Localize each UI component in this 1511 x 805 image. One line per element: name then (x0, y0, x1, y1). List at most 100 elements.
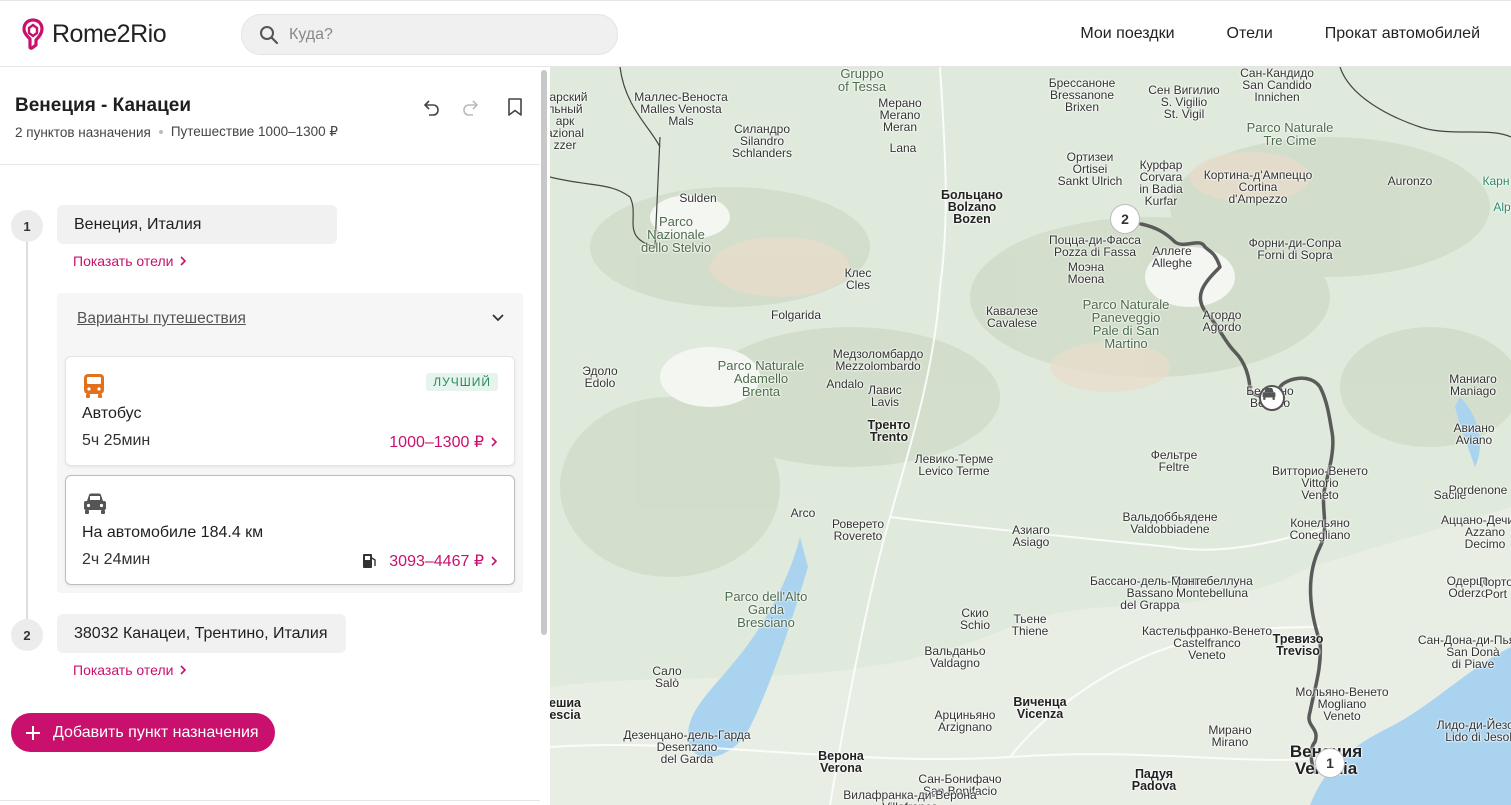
map-place-label: Скио Schio (959, 606, 991, 632)
map-place-label: Тренто Trento (867, 418, 911, 444)
route-map[interactable]: Gruppo of Tessa Маллес-Веноста Malles Ven… (550, 67, 1511, 805)
map-place-label: Alp (1493, 200, 1511, 214)
map-place-label: Лидо-ди-Йезоло Lido di Jesolo (1436, 718, 1511, 744)
map-place-label: Роверето Rovereto (831, 517, 885, 543)
show-hotels-label: Показать отели (73, 253, 174, 269)
map-place-label: Форни-ди-Сопра Forni di Sopra (1248, 236, 1342, 262)
map-place-label: Мерано Merano Meran (878, 96, 922, 134)
travel-options-toggle[interactable]: Варианты путешествия (77, 310, 246, 328)
nav-my-trips[interactable]: Мои поездки (1080, 25, 1174, 43)
header-divider (0, 164, 540, 165)
fuel-icon (363, 554, 376, 568)
map-place-label: Мольяно-Венето Mogliano Veneto (1295, 685, 1389, 723)
map-place-label: Parco dell'Alto Garda Bresciano (724, 589, 808, 630)
map-place-label: Ортизеи Ortisei Sankt Ulrich (1057, 150, 1123, 188)
chevron-down-icon[interactable] (491, 313, 505, 323)
map-place-label: Больцано Bolzano Bozen (941, 188, 1003, 226)
logo-text: Rome2Rio (52, 19, 167, 48)
map-place-label: Падуя Padova (1131, 767, 1177, 793)
map-place-label: Курфар Corvara in Badia Kurfar (1139, 158, 1183, 208)
map-place-label: Parco Naturale Adamello Brenta (717, 358, 805, 399)
map-place-label: Брессаноне Bressanone Brixen (1048, 76, 1116, 114)
plus-icon (26, 725, 40, 740)
option-card-car[interactable]: На автомобиле 184.4 км 2ч 24мин 3093–446… (65, 475, 515, 585)
map-place-label: Сан-Дона-ди-Пьяве San Donà di Piave (1417, 633, 1511, 671)
map-place-label: Sulden (679, 191, 717, 205)
trip-panel: Венеция - Канацеи 2 пунктов назначения П… (0, 67, 540, 805)
map-place-label: Верона Verona (818, 749, 864, 775)
map-place-label: Маниаго Maniago (1449, 372, 1497, 398)
option-duration: 2ч 24мин (82, 551, 151, 568)
map-place-label: Авиано Aviano (1453, 421, 1495, 447)
main-nav: Мои поездки Отели Прокат автомобилей (1080, 25, 1480, 43)
nav-hotels[interactable]: Отели (1227, 25, 1273, 43)
map-place-label: Parco Naturale Paneveggio Pale di San Ma… (1082, 297, 1170, 351)
map-place-label: Кавалезе Cavalese (985, 304, 1039, 330)
stop-number-2: 2 (11, 619, 43, 651)
map-marker-1[interactable]: 1 (1315, 748, 1345, 778)
map-place-label: Тьене Thiene (1011, 612, 1049, 638)
option-price: 1000–1300 ₽ (389, 432, 498, 452)
stop-number-1: 1 (11, 210, 43, 242)
add-destination-label: Добавить пункт назначения (53, 723, 259, 741)
panel-bottom-border (0, 800, 540, 801)
map-place-label: Карн (1482, 174, 1510, 188)
search-box[interactable] (241, 14, 618, 55)
trip-title: Венеция - Канацеи (15, 95, 192, 116)
bookmark-icon[interactable] (505, 97, 525, 117)
map-place-label: ешиа escia (550, 696, 582, 722)
map-place-label: Parco Naturale Tre Cime (1246, 120, 1334, 148)
option-mode: Автобус (82, 405, 142, 422)
nav-car-rental[interactable]: Прокат автомобилей (1325, 25, 1480, 43)
stop-1-place[interactable]: Венеция, Италия (57, 205, 337, 244)
map-place-label: Вилафранка-ди-Верона Villafranca (843, 788, 977, 805)
map-place-label: Аллеге Alleghe (1151, 244, 1193, 270)
chevron-right-icon (180, 256, 187, 266)
map-place-label: Виченца Vicenza (1013, 695, 1067, 721)
map-place-label: Порто Port (1479, 575, 1511, 601)
search-input[interactable] (289, 25, 589, 44)
add-destination-button[interactable]: Добавить пункт назначения (11, 713, 275, 752)
logo[interactable]: Rome2Rio (22, 18, 167, 50)
map-place-label: Азиаго Asiago (1012, 523, 1050, 549)
map-place-label: Маллес-Веноста Malles Venosta Mals (634, 90, 728, 128)
trip-summary: 2 пунктов назначения Путешествие 1000–13… (15, 124, 338, 140)
chevron-right-icon (491, 437, 498, 447)
map-place-label: Фельтре Feltre (1150, 448, 1198, 474)
map-place-label: Дезенцано-дель-Гарда Desenzano del Garda (623, 728, 751, 766)
redo-icon[interactable] (461, 97, 481, 117)
bus-icon (84, 374, 104, 398)
map-place-label: Pordenone (1448, 483, 1508, 497)
map-place-label: Сан-Кандидо San Candido Innichen (1240, 67, 1314, 104)
panel-scrollbar[interactable] (541, 70, 547, 635)
rome2rio-logo-icon (22, 18, 44, 50)
map-place-label: Gruppo of Tessa (837, 67, 887, 94)
map-place-label: Вальданьо Valdagno (924, 644, 986, 670)
option-price-value: 1000–1300 ₽ (389, 434, 484, 451)
destinations-count: 2 пунктов назначения (15, 124, 151, 140)
map-car-marker[interactable] (1259, 385, 1285, 411)
map-place-label: Силандро Silandro Schlanders (731, 122, 793, 160)
map-marker-2[interactable]: 2 (1110, 204, 1140, 234)
best-badge: ЛУЧШИЙ (426, 373, 498, 391)
show-hotels-link-2[interactable]: Показать отели (73, 662, 187, 678)
map-place-label: дарский льный арк azional zzer (550, 90, 588, 152)
map-place-label: Lana (889, 141, 917, 155)
show-hotels-link-1[interactable]: Показать отели (73, 253, 187, 269)
option-card-bus[interactable]: ЛУЧШИЙ Автобус 5ч 25мин 1000–1300 ₽ (65, 356, 515, 466)
search-icon (260, 25, 279, 44)
show-hotels-label: Показать отели (73, 662, 174, 678)
map-place-label: Сало Salò (652, 664, 682, 690)
map-place-label: Лавис Lavis (868, 383, 902, 409)
top-header: Rome2Rio Мои поездки Отели Прокат автомо… (0, 0, 1511, 67)
undo-icon[interactable] (421, 97, 441, 117)
map-place-label: Агордо Agordo (1202, 308, 1242, 334)
car-icon (84, 493, 106, 514)
map-place-label: Витторио-Венето Vittorio Veneto (1272, 464, 1368, 502)
map-place-label: Arco (790, 506, 816, 520)
option-price: 3093–4467 ₽ (361, 551, 498, 571)
separator-dot (158, 130, 163, 134)
option-duration: 5ч 25мин (82, 432, 151, 449)
stop-2-place[interactable]: 38032 Канацеи, Трентино, Италия (57, 614, 346, 653)
map-place-label: Сен Вигилио S. Vigilio St. Vigil (1148, 83, 1220, 121)
